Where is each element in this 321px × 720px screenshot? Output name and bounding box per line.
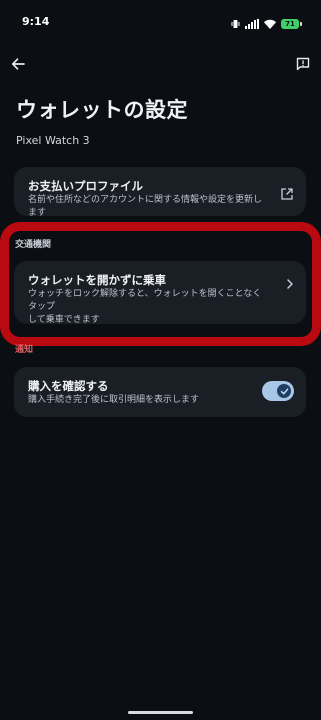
confirm-purchase-card[interactable]: 購入を確認する 購入手続き完了後に取引明細を表示します	[14, 367, 306, 417]
chevron-right-icon	[286, 275, 294, 294]
feedback-button[interactable]	[293, 54, 313, 74]
battery-level: 71	[285, 19, 295, 28]
transit-title: ウォレットを開かずに乗車	[28, 273, 166, 287]
status-icons: 71	[231, 14, 302, 33]
home-indicator[interactable]	[128, 711, 193, 714]
check-icon	[280, 388, 288, 394]
wifi-icon	[264, 14, 276, 33]
open-in-new-icon	[281, 185, 293, 204]
transit-subtitle-line2: して乗車できます	[28, 315, 100, 325]
confirm-purchase-toggle[interactable]	[262, 381, 294, 401]
payment-profile-title: お支払いプロファイル	[28, 179, 143, 193]
arrow-back-icon	[11, 58, 25, 70]
transit-subtitle-line1: ウォッチをロック解除すると、ウォレットを開くことなくタップ	[28, 289, 262, 312]
back-button[interactable]	[8, 54, 28, 74]
status-time: 9:14	[22, 15, 50, 28]
tap-without-opening-wallet-card[interactable]: ウォレットを開かずに乗車 ウォッチをロック解除すると、ウォレットを開くことなくタ…	[14, 261, 306, 325]
confirm-purchase-title: 購入を確認する	[28, 379, 109, 393]
vibrate-icon	[231, 14, 240, 33]
wallet-settings-screen: 9:14 71 ウォレットの設定 Pixel Watch 3 お支払いプロファイ…	[0, 0, 321, 720]
feedback-icon	[296, 57, 310, 71]
battery-icon: 71	[281, 18, 302, 29]
page-title: ウォレットの設定	[16, 98, 188, 122]
payment-profile-card[interactable]: お支払いプロファイル 名前や住所などのアカウントに関する情報や設定を更新します	[14, 167, 306, 218]
device-name: Pixel Watch 3	[16, 134, 90, 147]
signal-icon	[245, 14, 259, 33]
confirm-purchase-subtitle: 購入手続き完了後に取引明細を表示します	[28, 395, 200, 405]
toggle-knob	[277, 384, 291, 398]
payment-profile-subtitle: 名前や住所などのアカウントに関する情報や設定を更新します	[28, 195, 263, 218]
status-bar: 9:14 71	[0, 0, 321, 44]
transit-section-label: 交通機関	[15, 240, 52, 250]
notifications-section-label: 通知	[15, 345, 34, 355]
